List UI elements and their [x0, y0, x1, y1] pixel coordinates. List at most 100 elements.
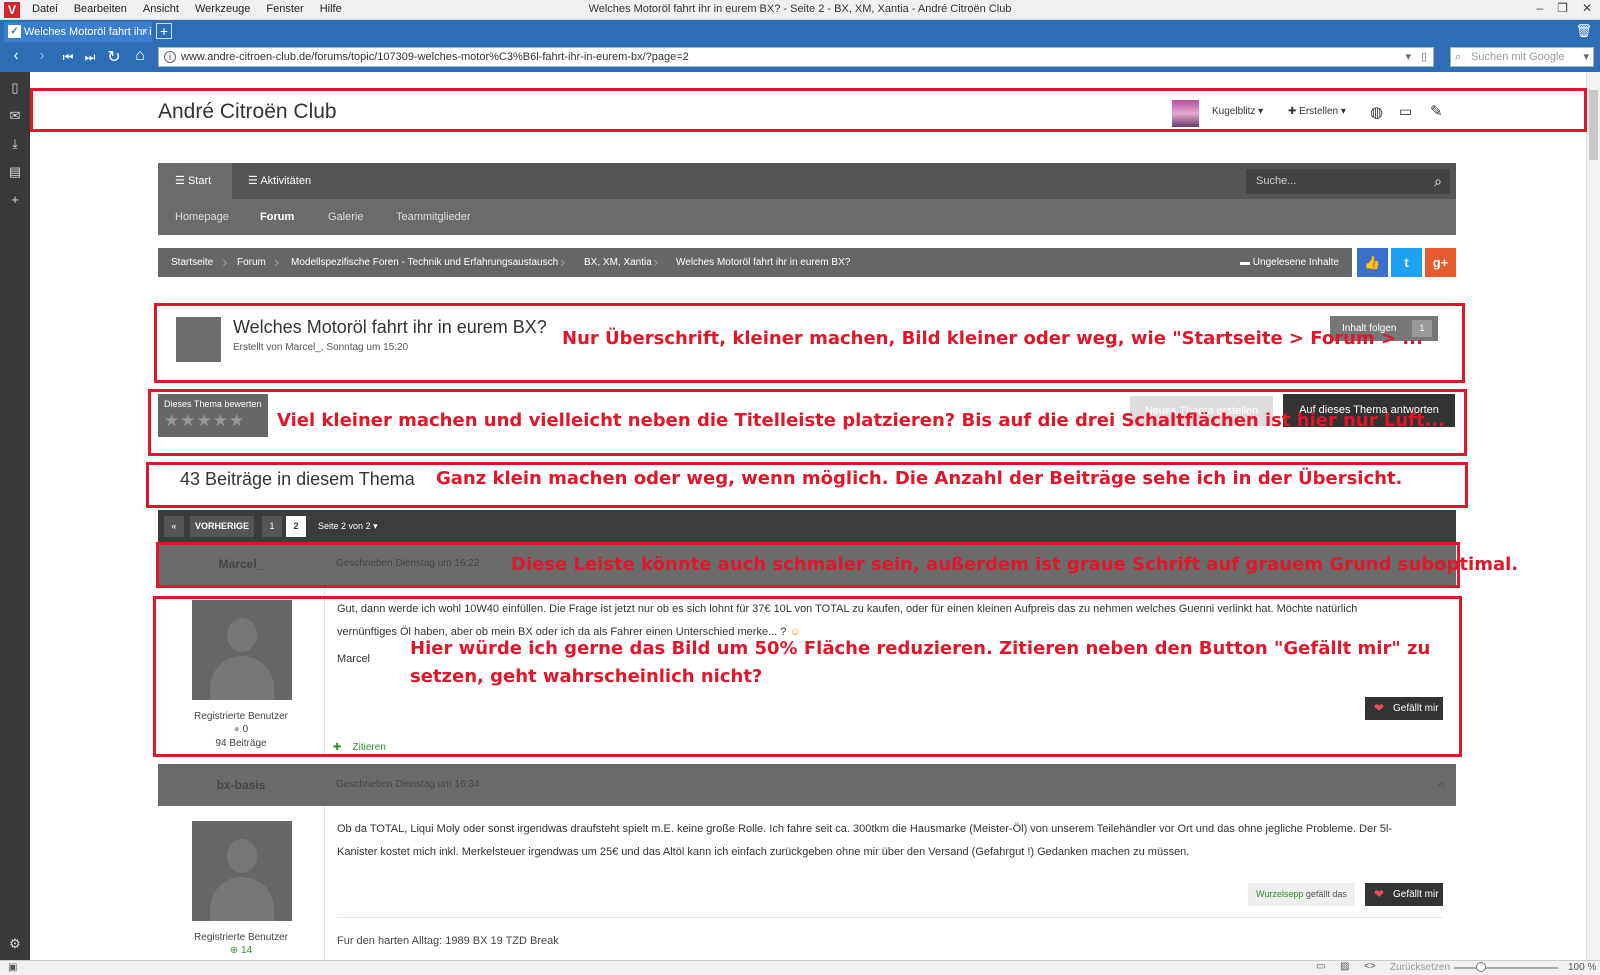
- user-role: Registrierte Benutzer: [194, 711, 288, 722]
- like-label: Gefällt mir: [1393, 889, 1439, 900]
- tab-start-label: Start: [187, 175, 212, 187]
- page-actions-icon[interactable]: <>: [1364, 961, 1376, 972]
- mail-panel-icon[interactable]: ✉: [7, 108, 23, 124]
- first-page-icon[interactable]: «: [164, 516, 184, 537]
- page-scrollbar[interactable]: [1586, 72, 1600, 960]
- unread-label: Ungelesene Inhalte: [1252, 257, 1339, 268]
- previous-page-button[interactable]: VORHERIGE: [190, 516, 254, 537]
- page-2-button[interactable]: 2: [286, 516, 306, 537]
- menu-datei[interactable]: Datei: [32, 3, 58, 15]
- tab-activities[interactable]: ☰ Aktivitäten: [248, 163, 311, 199]
- page-1-button[interactable]: 1: [262, 516, 282, 537]
- user-role: Registrierte Benutzer: [194, 932, 288, 943]
- reload-icon[interactable]: ↻: [104, 47, 124, 67]
- rating-stars[interactable]: ★★★★★: [164, 411, 268, 431]
- reputation-up-icon: ⊕: [229, 945, 239, 956]
- url-dropdown-icon[interactable]: ▾: [1405, 48, 1411, 66]
- menu-hilfe[interactable]: Hilfe: [320, 3, 342, 15]
- trash-icon[interactable]: 🗑: [1575, 23, 1592, 39]
- user-menu[interactable]: Kugelblitz ▾: [1212, 106, 1263, 117]
- fastforward-icon[interactable]: ⏭: [80, 50, 100, 65]
- subnav-galerie[interactable]: Galerie: [328, 211, 363, 223]
- post-author[interactable]: Marcel_: [158, 543, 324, 585]
- back-icon[interactable]: ‹: [6, 47, 26, 65]
- page-jump-dropdown[interactable]: Seite 2 von 2 ▾: [318, 516, 398, 537]
- home-icon[interactable]: ⌂: [130, 47, 150, 65]
- scrollbar-thumb[interactable]: [1589, 90, 1598, 160]
- plus-icon: ✚: [333, 742, 342, 753]
- topic-author-photo[interactable]: [176, 317, 221, 362]
- breadcrumb-startseite[interactable]: Startseite: [171, 248, 213, 277]
- search-engine-field[interactable]: ⌕ Suchen mit Google ▾: [1450, 47, 1594, 67]
- twitter-icon[interactable]: t: [1391, 248, 1422, 277]
- pagination-bar: « VORHERIGE 1 2 Seite 2 von 2 ▾: [158, 510, 1456, 543]
- panel-toggle-icon[interactable]: ▣: [8, 962, 17, 973]
- share-icon[interactable]: ⋖: [1437, 764, 1446, 806]
- breadcrumb-current-topic: Welches Motoröl fahrt ihr in eurem BX?: [676, 257, 851, 268]
- settings-gear-icon[interactable]: ⚙: [7, 936, 23, 952]
- inbox-icon[interactable]: ▭: [1399, 103, 1412, 120]
- bookmarks-panel-icon[interactable]: ▯: [7, 80, 23, 96]
- zoom-reset[interactable]: Zurücksetzen: [1390, 962, 1450, 973]
- navigation-bar: ‹ › ⏮ ⏭ ↻ ⌂ i www.andre-citroen-club.de/…: [0, 42, 1600, 72]
- bookmark-icon[interactable]: ▯: [1421, 48, 1427, 66]
- search-engine-dropdown-icon[interactable]: ▾: [1583, 48, 1589, 66]
- liked-by-user[interactable]: Wurzelsepp: [1256, 889, 1303, 899]
- site-info-icon[interactable]: i: [164, 51, 176, 63]
- tab-close-icon[interactable]: ×: [142, 22, 148, 42]
- site-title[interactable]: André Citroën Club: [158, 100, 337, 124]
- subnav-teammitglieder[interactable]: Teammitglieder: [396, 211, 471, 223]
- annotation-note-2: Viel kleiner machen und vielleicht neben…: [277, 410, 1446, 431]
- close-window-icon[interactable]: ✕: [1582, 1, 1592, 15]
- create-menu[interactable]: ✚ Erstellen ▾: [1288, 106, 1346, 117]
- add-panel-icon[interactable]: +: [7, 192, 23, 208]
- tab-start[interactable]: ☰ Start: [158, 163, 232, 199]
- quote-button[interactable]: ✚ Zitieren: [333, 742, 386, 753]
- search-icon[interactable]: ⌕: [1434, 169, 1442, 194]
- images-icon[interactable]: ▨: [1340, 961, 1349, 972]
- like-button[interactable]: ❤ Gefällt mir: [1365, 697, 1443, 720]
- menu-fenster[interactable]: Fenster: [266, 3, 303, 15]
- user-post-count: 94 Beiträge: [215, 738, 267, 749]
- topic-meta: Erstellt von Marcel_, Sonntag um 15:20: [233, 342, 409, 353]
- restore-icon[interactable]: ❐: [1557, 1, 1568, 15]
- menu-werkzeuge[interactable]: Werkzeuge: [195, 3, 250, 15]
- like-label: Gefällt mir: [1393, 703, 1439, 714]
- post-date[interactable]: Geschrieben Dienstag um 16:22: [336, 543, 479, 585]
- site-search-input[interactable]: Suche... ⌕: [1246, 169, 1450, 194]
- brush-icon[interactable]: ✎: [1430, 102, 1443, 120]
- post-date[interactable]: Geschrieben Dienstag um 16:34: [336, 764, 479, 806]
- breadcrumb-bx-xm-xantia[interactable]: BX, XM, Xantia: [584, 248, 652, 277]
- breadcrumb-separator-icon: ›: [653, 254, 659, 271]
- forward-icon[interactable]: ›: [32, 47, 52, 65]
- breadcrumb-modellspezifische-foren[interactable]: Modellspezifische Foren - Technik und Er…: [291, 248, 558, 277]
- browser-tab[interactable]: ✓ Welches Motoröl fahrt ihr i ×: [4, 22, 152, 42]
- signature-divider: [337, 917, 1442, 918]
- plus-icon: ✚: [1288, 106, 1297, 117]
- globe-icon[interactable]: ◍: [1370, 103, 1383, 121]
- post-author[interactable]: bx-basis: [158, 764, 324, 806]
- breadcrumb-forum[interactable]: Forum: [237, 248, 266, 277]
- new-tab-icon[interactable]: +: [156, 23, 172, 39]
- notes-panel-icon[interactable]: ▤: [7, 164, 23, 180]
- subnav-forum[interactable]: Forum: [260, 211, 294, 223]
- address-bar[interactable]: i www.andre-citroen-club.de/forums/topic…: [158, 47, 1434, 67]
- menu-ansicht[interactable]: Ansicht: [143, 3, 179, 15]
- downloads-panel-icon[interactable]: ⤓: [7, 136, 23, 152]
- tiling-icon[interactable]: ▭: [1316, 961, 1325, 972]
- avatar[interactable]: [192, 600, 292, 700]
- avatar[interactable]: [192, 821, 292, 921]
- vivaldi-logo-icon[interactable]: V: [4, 2, 20, 18]
- zoom-slider-handle[interactable]: [1476, 962, 1486, 972]
- menu-bearbeiten[interactable]: Bearbeiten: [74, 3, 127, 15]
- minimize-icon[interactable]: –: [1536, 1, 1543, 15]
- google-plus-icon[interactable]: g+: [1425, 248, 1456, 277]
- facebook-like-icon[interactable]: 👍: [1357, 248, 1388, 277]
- heart-icon: ❤: [1374, 701, 1385, 715]
- zoom-slider[interactable]: [1454, 967, 1558, 969]
- subnav-homepage[interactable]: Homepage: [175, 211, 229, 223]
- user-avatar[interactable]: [1172, 100, 1199, 127]
- rewind-icon[interactable]: ⏮: [58, 50, 78, 65]
- unread-content-link[interactable]: ▬ Ungelesene Inhalte: [1240, 248, 1339, 277]
- like-button[interactable]: ❤ Gefällt mir: [1365, 883, 1443, 906]
